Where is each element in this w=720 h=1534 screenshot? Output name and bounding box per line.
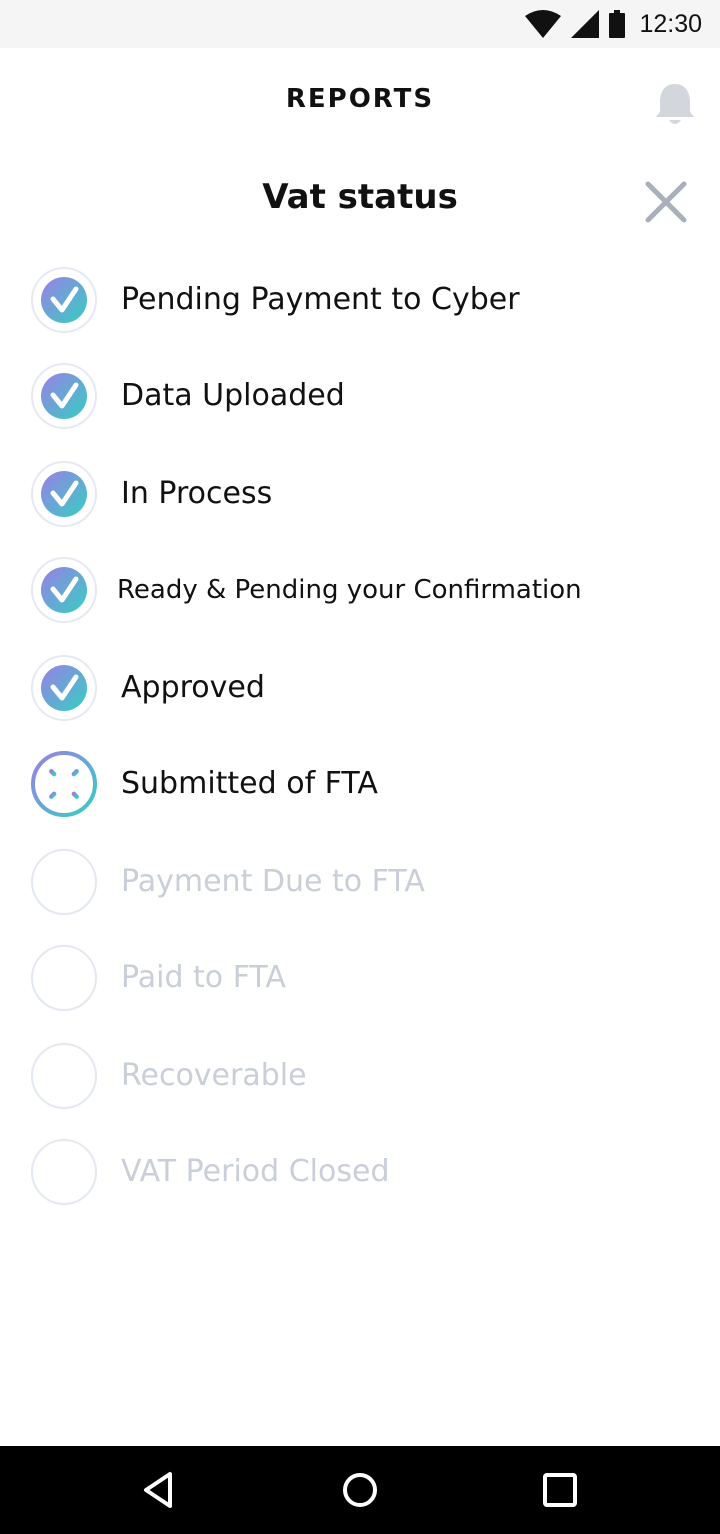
wifi-icon (525, 10, 562, 38)
status-item: In Process (30, 460, 690, 530)
status-item: Submitted of FTA (30, 750, 690, 820)
status-label: Approved (121, 670, 265, 705)
cell-signal-icon (571, 10, 600, 38)
status-label: VAT Period Closed (121, 1154, 390, 1189)
close-icon[interactable] (644, 180, 688, 224)
status-item: Payment Due to FTA (30, 848, 690, 918)
check-circle-icon (31, 363, 97, 429)
status-item: Approved (30, 654, 690, 724)
empty-circle-icon (31, 849, 97, 915)
empty-circle-icon (31, 945, 97, 1011)
status-item: Recoverable (30, 1042, 690, 1112)
status-bar: 12:30 (0, 0, 720, 48)
home-circle-icon[interactable] (338, 1468, 382, 1512)
status-label: In Process (121, 476, 273, 511)
navigation-bar (0, 1446, 720, 1534)
check-circle-icon (31, 267, 97, 333)
status-label: Submitted of FTA (121, 766, 378, 801)
status-label: Payment Due to FTA (121, 864, 425, 899)
status-item: VAT Period Closed (30, 1138, 690, 1208)
page-title: REPORTS (285, 84, 435, 114)
status-item: Pending Payment to Cyber (30, 266, 690, 336)
status-label: Pending Payment to Cyber (121, 282, 520, 317)
empty-circle-icon (31, 1139, 97, 1205)
status-label: Data Uploaded (121, 378, 345, 413)
empty-circle-icon (31, 1043, 97, 1109)
check-circle-icon (31, 655, 97, 721)
check-circle-icon (31, 461, 97, 527)
status-time: 12:30 (639, 9, 702, 38)
status-label: Paid to FTA (121, 960, 286, 995)
status-label: Ready & Pending your Confirmation (117, 575, 582, 605)
status-item: Data Uploaded (30, 362, 690, 432)
battery-icon (609, 10, 626, 38)
status-label: Recoverable (121, 1058, 307, 1093)
status-item: Ready & Pending your Confirmation (30, 556, 690, 626)
sheet-title: Vat status (262, 177, 458, 217)
bell-icon[interactable] (654, 82, 696, 128)
check-circle-icon (31, 557, 97, 623)
progress-spinner-icon (31, 751, 97, 817)
status-item: Paid to FTA (30, 944, 690, 1014)
recents-square-icon[interactable] (538, 1468, 582, 1512)
back-triangle-icon[interactable] (138, 1468, 182, 1512)
status-icons: 12:30 (525, 0, 702, 48)
